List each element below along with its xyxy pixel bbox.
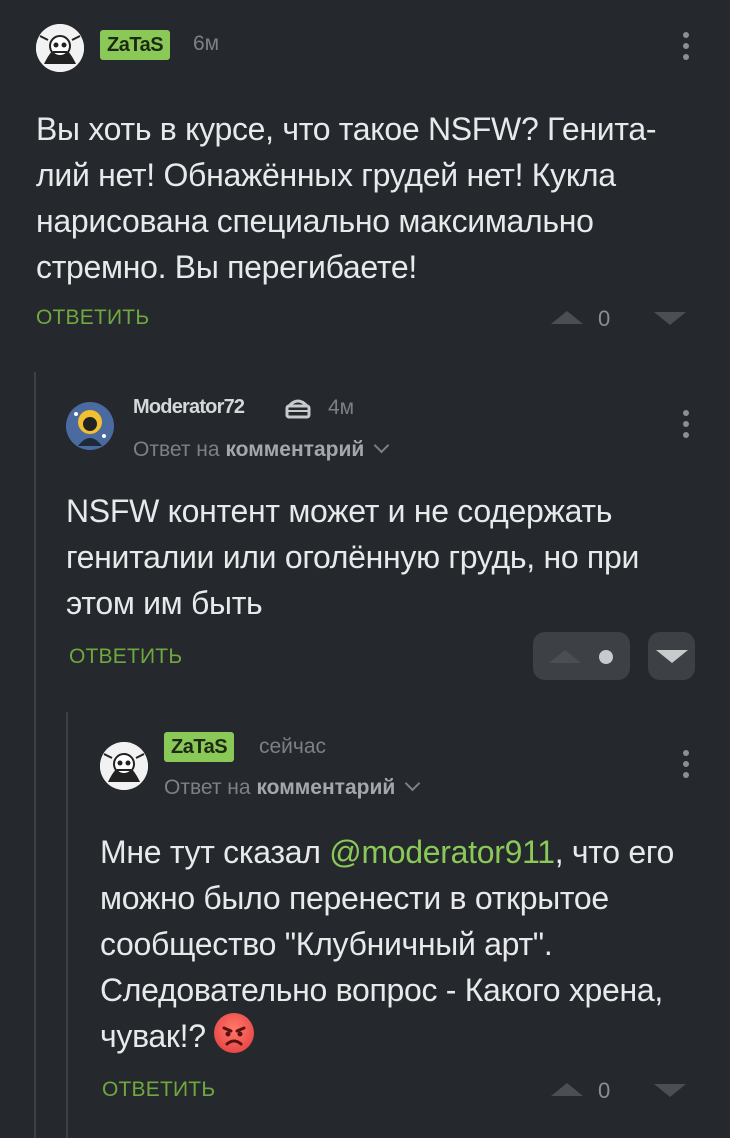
avatar[interactable]	[36, 24, 84, 72]
angry-face-emoji	[214, 1013, 255, 1053]
reply-button[interactable]: ОТВЕТИТЬ	[69, 645, 182, 669]
author-name[interactable]: ZaTaS	[164, 732, 235, 762]
comment-text: Мне тут сказал @moderator911, что его мо…	[100, 834, 675, 1054]
moderator-cake-icon	[283, 394, 313, 420]
kebab-menu-icon[interactable]	[681, 750, 691, 783]
comment-text: NSFW контент может и не содержать генита…	[66, 493, 640, 621]
timestamp: сейчас	[259, 735, 327, 758]
vote-pill	[533, 632, 630, 680]
reply-button[interactable]: ОТВЕТИТЬ	[102, 1078, 215, 1102]
author-name[interactable]: Moderator72	[133, 396, 245, 419]
comment-3: ZaTaS сейчас Ответ на комментарий Мне ту…	[0, 712, 730, 1138]
upvote-arrow-icon[interactable]	[551, 311, 583, 324]
reply-to-link[interactable]: Ответ на комментарий	[133, 437, 390, 462]
kebab-menu-icon[interactable]	[681, 410, 691, 443]
user-mention-link[interactable]: @moderator911	[329, 834, 555, 870]
author-name[interactable]: ZaTaS	[100, 30, 171, 60]
downvote-pill[interactable]	[648, 632, 695, 680]
score-dot	[599, 650, 613, 664]
downvote-arrow-icon[interactable]	[654, 312, 686, 325]
comment-text: Вы хоть в курсе, что такое NSFW? Генита-…	[36, 111, 657, 285]
downvote-arrow-icon[interactable]	[654, 1084, 686, 1097]
chevron-down-icon	[404, 775, 421, 792]
comment-1: ZaTaS 6м Вы хоть в курсе, что такое NSFW…	[0, 0, 730, 340]
avatar[interactable]	[100, 742, 148, 790]
reply-button[interactable]: ОТВЕТИТЬ	[36, 306, 149, 330]
avatar[interactable]	[66, 402, 114, 450]
score: 0	[598, 1078, 611, 1103]
timestamp: 6м	[193, 32, 220, 55]
comment-2: Moderator72 4м Ответ на комментарий NSFW…	[0, 372, 730, 692]
timestamp: 4м	[328, 396, 355, 419]
downvote-arrow-icon[interactable]	[656, 650, 688, 663]
chevron-down-icon	[373, 437, 390, 454]
score: 0	[598, 306, 611, 331]
upvote-arrow-icon[interactable]	[551, 1083, 583, 1096]
upvote-arrow-icon[interactable]	[549, 650, 581, 663]
kebab-menu-icon[interactable]	[681, 32, 691, 65]
reply-to-link[interactable]: Ответ на комментарий	[164, 775, 421, 800]
